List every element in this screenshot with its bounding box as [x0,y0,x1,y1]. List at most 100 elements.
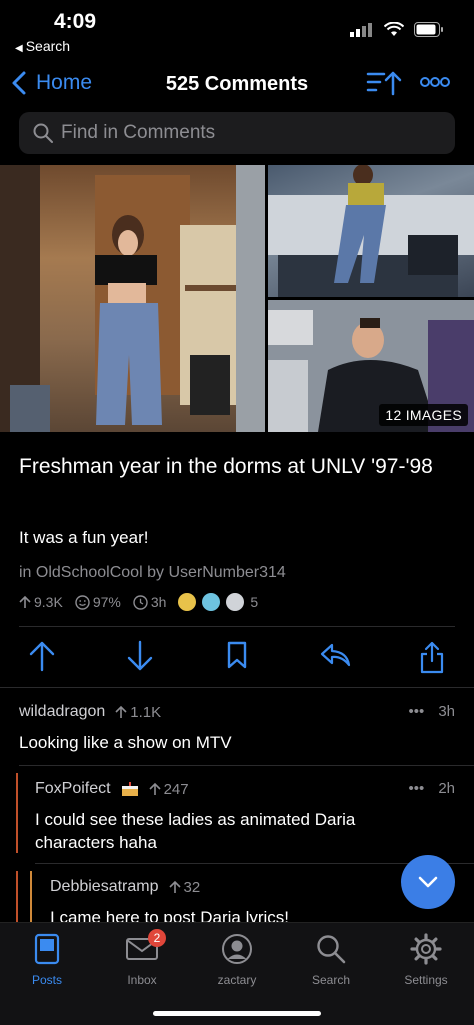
subreddit-link[interactable]: OldSchoolCool [36,564,143,581]
sort-comments-button[interactable] [366,69,402,102]
comment-votes: 32 [168,878,201,896]
upvote-ratio: 97% [92,594,121,610]
post-stats: 9.3K 97% 3h 5 [19,593,258,611]
status-bar: 4:09 ◀ Search [0,0,474,58]
comment-age: 2h [438,780,455,797]
tab-label: zactary [217,973,257,987]
divider [19,765,474,766]
comment-more-button[interactable]: ••• [409,703,425,720]
tab-bar: Posts 2 Inbox zactary Search Settings [0,922,474,1025]
page-title: 525 Comments [165,73,309,95]
more-options-button[interactable] [420,75,450,93]
share-button[interactable] [419,640,445,679]
award-icon [178,593,197,611]
clock-icon [133,594,148,610]
tab-profile[interactable]: zactary [197,931,277,987]
status-indicators [350,22,444,37]
tab-posts[interactable]: Posts [7,931,87,987]
comment-author[interactable]: FoxPoifect [35,780,111,798]
back-triangle-icon: ◀ [15,43,23,54]
bed-photo [268,165,474,297]
tab-label: Search [311,973,351,987]
home-indicator [153,1011,321,1016]
arrow-up-icon [149,782,161,795]
inbox-badge: 2 [148,929,166,947]
comment-author[interactable]: wildadragon [19,703,105,721]
gallery-photo-dorm-room[interactable] [0,165,265,432]
chevron-down-icon [418,876,438,888]
award-icon [202,593,221,611]
tab-label: Settings [404,973,448,987]
wifi-icon [384,22,404,36]
tab-label: Inbox [127,973,157,987]
profile-icon-wrap [197,931,277,967]
image-gallery[interactable]: 12 IMAGES [0,165,474,432]
divider [0,687,474,688]
inbox-icon-wrap: 2 [102,929,182,967]
award-icon [226,593,245,611]
downvote-button[interactable] [126,640,154,677]
comment-body: I could see these ladies as animated Dar… [35,810,356,852]
post-body: It was a fun year! [19,528,149,547]
battery-icon [414,22,443,37]
comment-author[interactable]: Debbiesatramp [50,878,159,896]
upvote-stat: 9.3K [19,594,63,610]
signal-icon [350,22,372,37]
post-meta: in OldSchoolCool by UserNumber314 [19,564,286,582]
post-action-bar [0,640,474,680]
author-link[interactable]: UserNumber314 [168,564,285,581]
meta-in: in [19,564,36,581]
gallery-photo-bed[interactable] [268,165,474,297]
upvote-count: 9.3K [34,594,63,610]
age-stat: 3h [133,594,167,610]
status-time: 4:09 [54,10,97,33]
gallery-photo-phone-call[interactable]: 12 IMAGES [268,300,474,432]
meta-by: by [142,564,169,581]
comment-header: wildadragon 1.1K [19,703,161,721]
image-count-badge: 12 IMAGES [379,404,468,426]
smiley-icon [75,594,90,610]
posts-icon-wrap [7,931,87,967]
arrow-down-icon [127,640,153,671]
arrow-up-icon [29,641,55,672]
comment-vote-count: 247 [163,780,189,798]
comment-header: FoxPoifect 247 [35,780,189,798]
tab-label: Posts [31,973,62,987]
search-placeholder: Find in Comments [61,122,216,143]
find-in-comments-input[interactable]: Find in Comments [19,112,455,154]
tab-settings[interactable]: Settings [386,931,466,987]
comment-votes: 1.1K [115,704,161,721]
profile-icon [222,934,252,964]
comment-header: Debbiesatramp 32 [50,878,200,896]
search-icon [317,935,346,964]
save-button[interactable] [226,640,248,675]
thread-indent-bar [16,773,18,853]
comment-options: ••• 2h [409,780,455,797]
sort-icon [366,71,402,96]
tab-inbox[interactable]: 2 Inbox [102,929,182,987]
next-comment-button[interactable] [401,855,455,909]
tab-search[interactable]: Search [291,931,371,987]
comment-more-button[interactable]: ••• [409,780,425,797]
dorm-room-photo [0,165,265,432]
comment-options: ••• 3h [409,703,455,720]
reply-button[interactable] [318,640,352,675]
reply-icon [320,643,351,667]
arrow-up-icon [19,595,31,608]
comment-body: Looking like a show on MTV [19,733,232,752]
post-title: Freshman year in the dorms at UNLV '97-'… [19,455,433,478]
upvote-button[interactable] [28,640,56,677]
comment-vote-count: 32 [183,878,201,896]
divider [19,626,455,627]
ellipsis-icon [420,77,450,87]
post-age: 3h [150,594,167,610]
search-icon [33,123,53,143]
arrow-up-icon [168,880,181,893]
back-to-search-link[interactable]: ◀ Search [15,38,70,54]
comment-votes: 247 [149,781,189,798]
comment-body: I came here to post Daria lyrics! [50,908,290,923]
awards-count: 5 [250,594,259,610]
comment-vote-count: 1.1K [130,703,162,721]
settings-icon-wrap [386,931,466,967]
share-icon [420,641,444,674]
